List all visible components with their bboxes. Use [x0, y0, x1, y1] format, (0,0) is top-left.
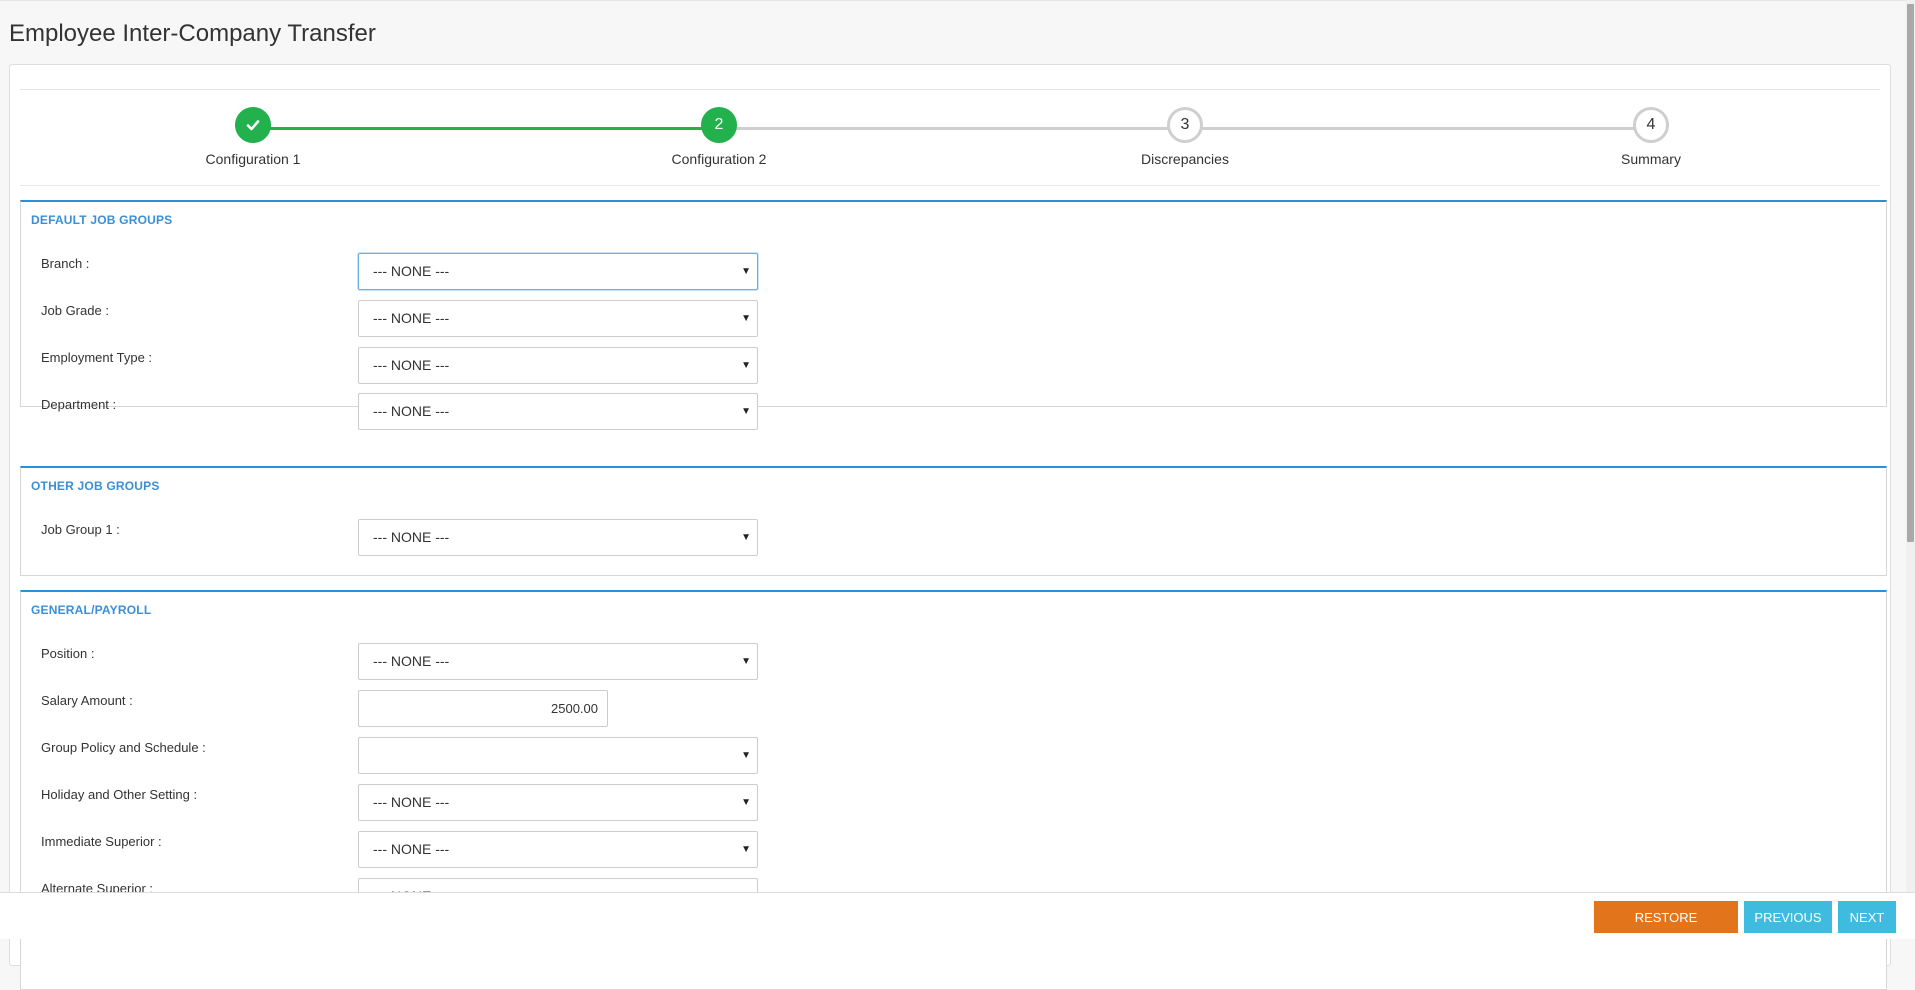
holiday-setting-label: Holiday and Other Setting : [41, 787, 198, 802]
wizard-step-3-label: Discrepancies [1141, 151, 1229, 167]
scrollbar-thumb[interactable] [1907, 4, 1914, 542]
position-select[interactable]: --- NONE --- ▼ [358, 643, 758, 680]
branch-select-value: --- NONE --- [373, 263, 450, 279]
caret-down-icon: ▼ [741, 656, 751, 667]
job-group-1-select-value: --- NONE --- [373, 529, 450, 545]
employment-type-select-value: --- NONE --- [373, 357, 450, 373]
section-title: GENERAL/PAYROLL [31, 603, 152, 617]
wizard-step-1[interactable]: Configuration 1 [153, 107, 353, 167]
wizard-progress: Configuration 1 2 Configuration 2 3 Disc… [20, 89, 1880, 186]
restore-defaults-button[interactable]: RESTORE DEFAULTS [1594, 901, 1738, 957]
footer-bar: RESTORE DEFAULTS PREVIOUS NEXT [0, 892, 1915, 957]
immediate-superior-select[interactable]: --- NONE --- ▼ [358, 831, 758, 868]
wizard-step-1-label: Configuration 1 [205, 151, 301, 167]
immediate-superior-select-value: --- NONE --- [373, 841, 450, 857]
wizard-step-3-number: 3 [1167, 107, 1203, 143]
caret-down-icon: ▼ [741, 750, 751, 761]
caret-down-icon: ▼ [741, 313, 751, 324]
branch-label: Branch : [41, 256, 90, 271]
salary-amount-label: Salary Amount : [41, 693, 133, 708]
job-grade-select[interactable]: --- NONE --- ▼ [358, 300, 758, 337]
holiday-setting-select-value: --- NONE --- [373, 794, 450, 810]
caret-down-icon: ▼ [741, 266, 751, 277]
job-grade-select-value: --- NONE --- [373, 310, 450, 326]
section-title: OTHER JOB GROUPS [31, 479, 160, 493]
page-title: Employee Inter-Company Transfer [9, 20, 376, 47]
caret-down-icon: ▼ [741, 406, 751, 417]
section-title: DEFAULT JOB GROUPS [31, 213, 173, 227]
other-job-groups-section: OTHER JOB GROUPS Job Group 1 : --- NONE … [20, 466, 1887, 576]
department-label: Department : [41, 397, 117, 412]
wizard-step-2-number: 2 [701, 107, 737, 143]
previous-button[interactable]: PREVIOUS [1744, 901, 1832, 933]
holiday-setting-select[interactable]: --- NONE --- ▼ [358, 784, 758, 821]
wizard-step-4-number: 4 [1633, 107, 1669, 143]
job-grade-label: Job Grade : [41, 303, 109, 318]
job-group-1-label: Job Group 1 : [41, 522, 120, 537]
employment-type-label: Employment Type : [41, 350, 153, 365]
salary-amount-input[interactable]: 2500.00 [358, 690, 608, 727]
wizard-step-3[interactable]: 3 Discrepancies [1085, 107, 1285, 167]
wizard-step-2-label: Configuration 2 [671, 151, 767, 167]
top-border [0, 0, 1915, 1]
caret-down-icon: ▼ [741, 844, 751, 855]
default-job-groups-section: DEFAULT JOB GROUPS Branch : --- NONE ---… [20, 200, 1887, 430]
next-button[interactable]: NEXT [1838, 901, 1896, 933]
department-select-value: --- NONE --- [373, 403, 450, 419]
caret-down-icon: ▼ [741, 797, 751, 808]
wizard-step-4-label: Summary [1621, 151, 1681, 167]
group-policy-label: Group Policy and Schedule : [41, 740, 206, 755]
department-select[interactable]: --- NONE --- ▼ [358, 393, 758, 430]
caret-down-icon: ▼ [741, 360, 751, 371]
wizard-step-4[interactable]: 4 Summary [1551, 107, 1751, 167]
immediate-superior-label: Immediate Superior : [41, 834, 162, 849]
check-icon [235, 107, 271, 143]
wizard-card: Configuration 1 2 Configuration 2 3 Disc… [9, 64, 1891, 990]
branch-select[interactable]: --- NONE --- ▼ [358, 253, 758, 290]
group-policy-select[interactable]: ▼ [358, 737, 758, 774]
position-label: Position : [41, 646, 95, 661]
wizard-step-2[interactable]: 2 Configuration 2 [619, 107, 819, 167]
caret-down-icon: ▼ [741, 532, 751, 543]
employment-type-select[interactable]: --- NONE --- ▼ [358, 347, 758, 384]
position-select-value: --- NONE --- [373, 653, 450, 669]
job-group-1-select[interactable]: --- NONE --- ▼ [358, 519, 758, 556]
